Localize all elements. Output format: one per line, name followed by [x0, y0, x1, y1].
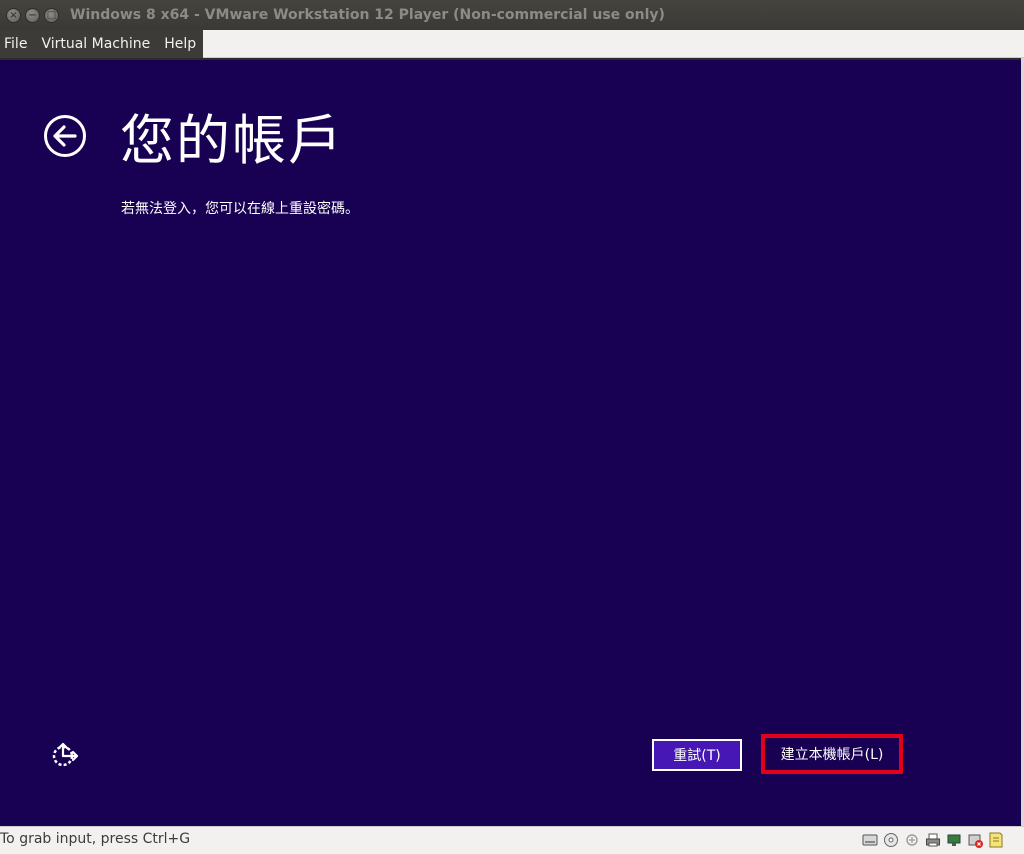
back-button[interactable]: [44, 115, 86, 157]
menu-group: File Virtual Machine Help: [0, 30, 203, 58]
status-bar: To grab input, press Ctrl+G: [0, 826, 1024, 854]
device-tray: [862, 832, 1004, 848]
minimize-window-button[interactable]: −: [25, 7, 40, 23]
maximize-window-button[interactable]: □: [44, 7, 59, 23]
message-icon[interactable]: [988, 832, 1004, 848]
window-title-bar: × − □ Windows 8 x64 - VMware Workstation…: [0, 0, 1024, 30]
menu-virtual-machine[interactable]: Virtual Machine: [34, 30, 157, 58]
menu-file[interactable]: File: [0, 30, 34, 58]
ease-of-access-icon[interactable]: [50, 740, 80, 770]
back-arrow-icon: [53, 125, 77, 147]
menu-bar: File Virtual Machine Help: [0, 30, 1024, 58]
window-controls: × − □: [6, 7, 66, 23]
create-local-account-button[interactable]: 建立本機帳戶(L): [767, 740, 897, 768]
menu-help[interactable]: Help: [157, 30, 203, 58]
sound-icon[interactable]: [967, 832, 983, 848]
retry-button[interactable]: 重試(T): [652, 739, 742, 771]
page-subtitle: 若無法登入，您可以在線上重設密碼。: [121, 201, 359, 217]
close-window-button[interactable]: ×: [6, 7, 21, 23]
cd-dvd-icon[interactable]: [883, 832, 899, 848]
page-title: 您的帳戶: [120, 109, 344, 172]
printer-icon[interactable]: [925, 832, 941, 848]
usb-icon[interactable]: [904, 832, 920, 848]
network-icon[interactable]: [946, 832, 962, 848]
hard-disk-icon[interactable]: [862, 832, 878, 848]
window-title: Windows 8 x64 - VMware Workstation 12 Pl…: [70, 7, 665, 23]
status-message: To grab input, press Ctrl+G: [0, 831, 191, 847]
